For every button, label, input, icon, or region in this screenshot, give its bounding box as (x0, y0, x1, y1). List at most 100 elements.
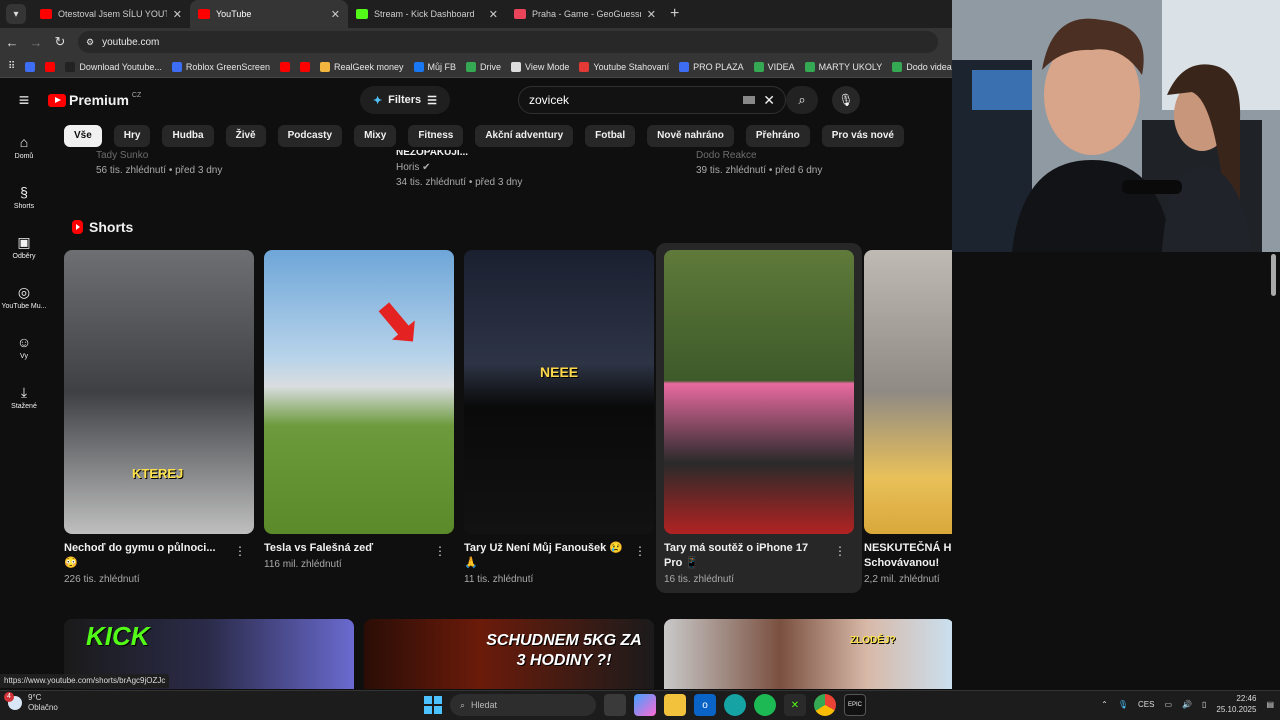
filter-chip[interactable]: Fotbal (585, 125, 636, 147)
short-card[interactable]: NEEE Tary Už Není Můj Fanoušek 😢🙏 11 tis. … (464, 250, 654, 585)
start-button[interactable] (424, 696, 442, 714)
notifications-icon[interactable]: ▤ (1266, 700, 1274, 709)
filter-chip[interactable]: Vše (64, 125, 102, 147)
bookmark-item[interactable]: Drive (466, 61, 501, 72)
microphone-tray-icon[interactable]: 🎙 (1118, 700, 1128, 709)
back-button[interactable]: ← (0, 35, 24, 50)
browser-tab[interactable]: YouTube ✕ (190, 0, 348, 28)
browser-tab[interactable]: Otestoval Jsem SÍLU YOUTUBER ✕ (32, 0, 190, 28)
guide-item-0[interactable]: ⌂ Domů (0, 122, 48, 172)
bookmark-item[interactable] (299, 61, 310, 72)
task-view-icon[interactable] (604, 694, 626, 716)
short-thumbnail[interactable]: NEEE (464, 250, 654, 534)
filter-chip[interactable]: Pro vás nové (821, 125, 904, 147)
weather-widget[interactable]: 4 9°C Oblačno (4, 692, 58, 713)
bookmark-item[interactable] (45, 61, 56, 72)
bookmark-item[interactable]: MARTY UKOLY (804, 61, 882, 72)
short-thumbnail[interactable] (664, 250, 854, 534)
short-thumbnail[interactable]: ⬇ (264, 250, 454, 534)
clock[interactable]: 22:46 25.10.2025 (1216, 693, 1256, 715)
short-thumbnail[interactable]: KTEREJ (64, 250, 254, 534)
guide-item-4[interactable]: ☺ Vy (0, 322, 48, 372)
chevron-up-icon[interactable]: ⌃ (1101, 700, 1108, 709)
file-explorer-icon[interactable] (664, 694, 686, 716)
close-tab-icon[interactable]: ✕ (647, 8, 656, 21)
bookmark-item[interactable]: Youtube Stahovaní (579, 61, 669, 72)
filter-chip[interactable]: Mixy (354, 125, 397, 147)
battery-icon[interactable]: ▯ (1202, 700, 1206, 709)
close-tab-icon[interactable]: ✕ (489, 8, 498, 21)
filter-chip[interactable]: Podcasty (277, 125, 343, 147)
epic-games-icon[interactable]: EPIC (844, 694, 866, 716)
short-card[interactable]: ⬇ Tesla vs Falešná zeď 116 mil. zhlédnutí ⋮ (264, 250, 454, 570)
browser-tab[interactable]: Praha - Game - GeoGuessr ✕ (506, 0, 664, 28)
bookmark-item[interactable]: Download Youtube... (65, 61, 162, 72)
site-info-icon[interactable]: ⚙ (86, 37, 94, 48)
bookmark-item[interactable]: View Mode (511, 61, 569, 72)
outlook-icon[interactable]: o (694, 694, 716, 716)
language-indicator[interactable]: CES (1138, 700, 1154, 709)
video-title[interactable]: NEZOPAKUJI... (396, 150, 522, 160)
voice-search-button[interactable]: 🎙 (832, 86, 860, 114)
video-thumbnail[interactable]: SCHUDNEM 5KG ZA 3 HODINY ?! (364, 619, 654, 689)
filter-chip[interactable]: Přehráno (745, 125, 810, 147)
guide-item-3[interactable]: ◎ YouTube Mu... (0, 272, 48, 322)
bookmark-item[interactable]: PRO PLAZA (679, 61, 744, 72)
close-tab-icon[interactable]: ✕ (173, 8, 182, 21)
search-input[interactable] (529, 93, 744, 107)
guide-item-1[interactable]: § Shorts (0, 172, 48, 222)
page-scrollbar[interactable] (1271, 254, 1276, 296)
more-options-icon[interactable]: ⋮ (234, 544, 246, 558)
clear-search-icon[interactable]: ✕ (763, 92, 775, 109)
short-title[interactable]: Tary má soutěž o iPhone 17 Pro 📱 (664, 541, 824, 571)
filter-chip[interactable]: Fitness (408, 125, 464, 147)
bookmark-item[interactable]: Dodo videa (892, 61, 952, 72)
search-button[interactable]: ⌕ (786, 86, 818, 114)
youtube-logo[interactable]: Premium CZ (48, 92, 141, 108)
network-icon[interactable]: ▭ (1164, 700, 1172, 709)
guide-item-5[interactable]: ⤓ Stažené (0, 372, 48, 422)
close-tab-icon[interactable]: ✕ (331, 8, 340, 21)
guide-item-2[interactable]: ▣ Odběry (0, 222, 48, 272)
short-title[interactable]: Tary Už Není Můj Fanoušek 😢🙏 (464, 541, 624, 571)
forward-button[interactable]: → (24, 35, 48, 50)
apps-icon[interactable]: ⠿ (8, 61, 15, 72)
menu-icon[interactable]: ≡ (0, 90, 48, 111)
edge-icon[interactable] (724, 694, 746, 716)
copilot-icon[interactable] (634, 694, 656, 716)
filter-chip[interactable]: Nově nahráno (647, 125, 734, 147)
filter-chip[interactable]: Živě (225, 125, 266, 147)
filter-chip[interactable]: Hry (113, 125, 151, 147)
bookmark-item[interactable] (279, 61, 290, 72)
short-card[interactable]: Tary má soutěž o iPhone 17 Pro 📱 16 tis. … (664, 250, 854, 585)
keyboard-icon[interactable] (743, 96, 756, 104)
bookmark-item[interactable] (25, 61, 36, 72)
short-title[interactable]: Nechoď do gymu o půlnoci...😳 (64, 541, 224, 571)
new-tab-button[interactable]: + (670, 5, 679, 23)
chrome-icon[interactable] (814, 694, 836, 716)
kick-app-icon[interactable]: ✕ (784, 694, 806, 716)
omnibox[interactable]: ⚙ youtube.com (78, 31, 938, 53)
filters-button[interactable]: ✦ Filters ☰ (360, 86, 450, 114)
spotify-icon[interactable] (754, 694, 776, 716)
filter-chip[interactable]: Hudba (162, 125, 214, 147)
more-options-icon[interactable]: ⋮ (434, 544, 446, 558)
channel-name[interactable]: Horis ✔ (396, 160, 522, 175)
bookmark-item[interactable]: Roblox GreenScreen (171, 61, 270, 72)
channel-name[interactable]: Dodo Reakce (696, 148, 822, 163)
more-options-icon[interactable]: ⋮ (834, 544, 846, 558)
reload-button[interactable]: ↻ (48, 34, 72, 50)
bookmark-item[interactable]: VIDEA (753, 61, 795, 72)
filter-chip[interactable]: Akční adventury (475, 125, 574, 147)
bookmark-item[interactable]: RealGeek money (319, 61, 404, 72)
bookmark-item[interactable]: Můj FB (413, 61, 456, 72)
more-options-icon[interactable]: ⋮ (634, 544, 646, 558)
channel-name[interactable]: Tady Sunko (96, 148, 222, 163)
browser-tab[interactable]: Stream - Kick Dashboard ✕ (348, 0, 506, 28)
taskbar-search[interactable]: ⌕ Hledat (450, 694, 596, 716)
short-card[interactable]: KTEREJ Nechoď do gymu o půlnoci...😳 226 ti… (64, 250, 254, 585)
volume-icon[interactable]: 🔊 (1182, 700, 1192, 709)
video-thumbnail[interactable]: ZLODĚJ? (664, 619, 954, 689)
short-title[interactable]: Tesla vs Falešná zeď (264, 541, 424, 556)
tab-search-menu-button[interactable]: ▾ (6, 4, 26, 24)
